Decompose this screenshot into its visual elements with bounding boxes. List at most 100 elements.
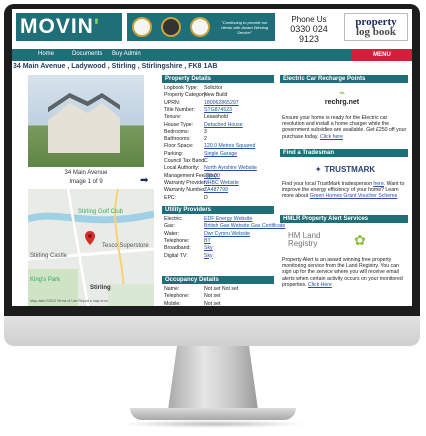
location-map[interactable]: Stirling Golf Club Tesco Superstore Stir… (28, 189, 154, 306)
trustmark-brand: TRUSTMARK (324, 164, 376, 174)
occupancy-value: Not set Not set (204, 286, 239, 292)
monitor-chin (4, 316, 420, 346)
photo-counter: Image 1 of 9 (69, 179, 103, 185)
property-detail-key: Local Authority: (164, 165, 200, 172)
nav-item-home[interactable]: Home (38, 51, 54, 57)
trades-here-link[interactable]: here (373, 181, 383, 187)
utility-key: Electric: (164, 216, 183, 222)
rechrg-logo[interactable]: ⌁ rechrg.net (312, 88, 372, 107)
property-detail-key: Tenure: (164, 114, 182, 121)
property-detail-value: Solicitor (204, 85, 223, 91)
property-logbook-logo[interactable]: property log book (344, 13, 408, 41)
monitor: MOVIN ' "Continuing to provide our client… (4, 4, 420, 328)
map-footer: Map data ©2023 Terms of Use Report a map… (30, 299, 108, 303)
award-badge-icon (131, 17, 152, 37)
utility-providers-list: Electric: EDF Energy Website Gas: British G… (164, 216, 285, 264)
property-detail-value: NHBC Website (204, 179, 239, 186)
occupancy-value: Not set (204, 300, 221, 306)
property-detail-value: D (204, 194, 208, 201)
utility-value: Dwr Cymru Website (204, 230, 251, 237)
menu-button[interactable]: MENU (352, 49, 412, 61)
stand-shadow (120, 420, 306, 428)
slogan: "Continuing to provide our clients with … (220, 19, 269, 35)
award-badge-icon (189, 17, 210, 37)
ev-header: Electric Car Recharge Points (280, 75, 408, 83)
property-detail-value: 2 (204, 136, 207, 143)
property-detail-value: Leasehold (204, 114, 228, 121)
property-detail-value: Single Garage (204, 150, 238, 157)
property-detail-value: New Build (204, 92, 228, 99)
property-detail-key: Warranty Provider: (164, 179, 208, 186)
occupancy-details-list: Name: Not set Not set Telephone: Not set Mob… (164, 286, 276, 306)
property-detail-key: EPC: (164, 194, 177, 201)
property-detail-key: Bathrooms: (164, 136, 191, 143)
screen: MOVIN ' "Continuing to provide our client… (12, 9, 412, 306)
ev-text: Ensure your home is ready for the Electr… (282, 115, 408, 140)
property-detail-key: Bedrooms: (164, 128, 190, 135)
phone-label: Phone Us (291, 15, 327, 24)
phone-block[interactable]: Phone Us 0330 024 9123 (280, 15, 338, 44)
property-detail-key: Council Tax Band: (164, 158, 206, 164)
utility-value: British Gas Website Gas Certificate (204, 223, 286, 230)
hm-land-registry-logo[interactable]: HM Land Registry ✿ (288, 227, 398, 253)
next-arrow-icon[interactable]: ➡ (140, 175, 148, 186)
phone-number: 0330 024 9123 (290, 24, 328, 44)
occupancy-value: Not set (204, 293, 221, 300)
award-badges: "Continuing to provide our clients with … (127, 13, 275, 41)
property-detail-key: House Type: (164, 121, 194, 128)
logo-accent: ' (93, 15, 100, 38)
occupancy-key: Telephone: (164, 293, 190, 300)
rechrg-brand: rechrg.net (324, 99, 360, 106)
nav-item-documents[interactable]: Documents (72, 51, 102, 57)
utility-value: EDF Energy Website (204, 216, 253, 222)
property-detail-value: North Ayrshire Website (204, 165, 257, 172)
property-address: 34 Main Avenue , Ladywood , Stirling , S… (13, 63, 218, 70)
green-homes-link[interactable]: Green Homes Grant Voucher Scheme (310, 193, 398, 199)
trustmark-logo[interactable]: ✦ TRUSTMARK (300, 161, 390, 177)
property-details-header: Property Details (162, 75, 274, 83)
property-detail-key: Title Number: (164, 106, 195, 113)
utility-value: BT (204, 237, 211, 244)
utility-value: Sky (204, 252, 213, 259)
map-pin-icon[interactable] (85, 231, 95, 245)
movin-logo[interactable]: MOVIN ' (16, 13, 122, 41)
property-detail-value: ZA487799 (204, 187, 228, 194)
property-detail-value: 180062865297 (204, 99, 239, 106)
nav-item-buy-admin[interactable]: Buy Admin (112, 51, 141, 57)
property-detail-key: Logbook Type: (164, 85, 198, 91)
monitor-stand-neck (168, 346, 258, 410)
ev-body: Ensure your home is ready for the Electr… (282, 115, 407, 140)
utility-key: Telephone: (164, 237, 190, 244)
nav-bar: Home Documents Buy Admin MENU (12, 49, 412, 61)
logo-text: MOVIN (20, 15, 94, 38)
property-detail-value: STG874523 (204, 106, 232, 113)
property-detail-key: Parking: (164, 150, 184, 157)
utility-value: Sky (204, 245, 213, 252)
property-detail-key: Warranty Number: (164, 187, 207, 194)
photo-caption: 34 Main Avenue (64, 170, 108, 176)
hmlr-header: HMLR Property Alert Services (280, 215, 408, 223)
hmlr-brand: HM Land Registry (288, 231, 321, 248)
utility-key: Water: (164, 230, 180, 237)
brand-line2: log book (355, 26, 397, 38)
utility-key: Broadband: (164, 245, 191, 252)
tradesman-text: Find your local TrustMark tradesperson h… (282, 181, 408, 200)
occupancy-details-header: Occupancy Details (162, 276, 274, 284)
property-detail-value: 3 (204, 128, 207, 135)
hmlr-emblem-icon: ✿ (354, 231, 366, 248)
property-detail-value: Detached House (204, 121, 243, 128)
ev-click-link[interactable]: Click here (320, 134, 343, 140)
tradesman-header: Find a Tradesman (280, 149, 408, 157)
map-label: Stirling Castle (30, 253, 68, 259)
map-label: Tesco Superstore (102, 243, 149, 249)
map-label: Stirling Golf Club (78, 209, 124, 215)
site-header: MOVIN ' "Continuing to provide our client… (12, 9, 412, 49)
trades-body1: Find your local TrustMark tradesperson (282, 181, 372, 187)
trustmark-icon: ✦ (314, 164, 322, 174)
hmlr-click-link[interactable]: Click Here (308, 282, 332, 288)
map-label: King's Park (30, 277, 61, 283)
plug-icon: ⌁ (338, 88, 346, 99)
property-detail-key: Floor Space: (164, 143, 194, 150)
utility-providers-header: Utility Providers (162, 206, 274, 214)
award-badge-icon (160, 17, 181, 37)
